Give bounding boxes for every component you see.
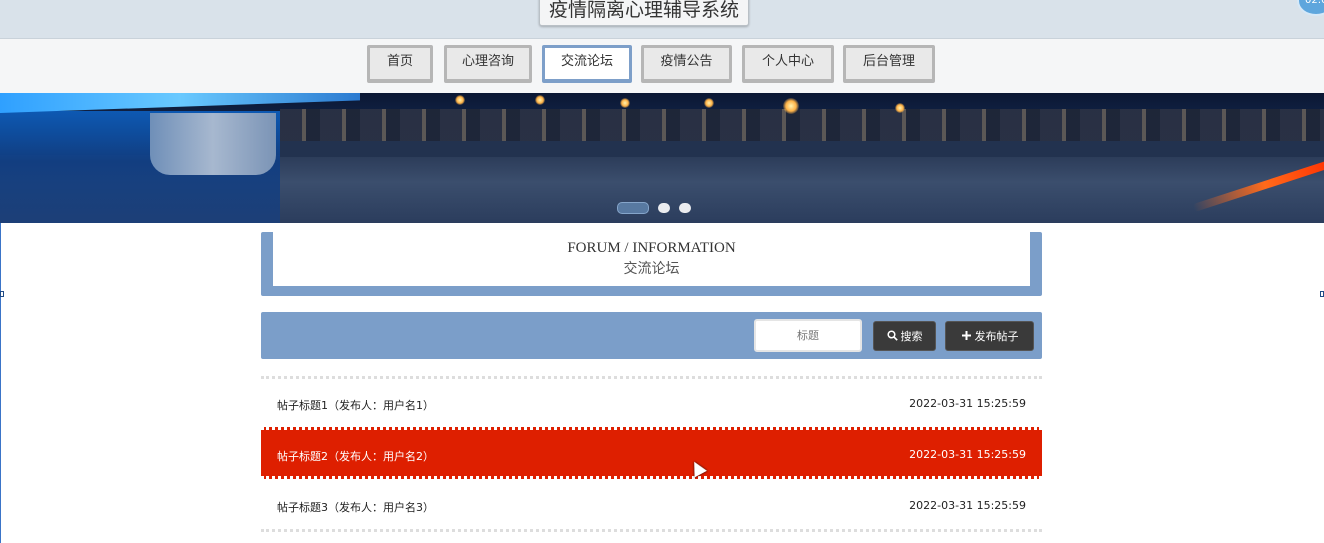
nav-item-consult[interactable]: 心理咨询 bbox=[444, 45, 532, 83]
nav-item-admin[interactable]: 后台管理 bbox=[843, 45, 935, 83]
banner-buildings bbox=[280, 109, 1324, 143]
carousel-indicators bbox=[617, 197, 695, 214]
banner-light bbox=[620, 98, 630, 108]
banner-quay bbox=[280, 141, 1324, 157]
post-time: 2022-03-31 15:25:59 bbox=[909, 448, 1026, 461]
carousel-dot-1[interactable] bbox=[617, 201, 649, 214]
post-time: 2022-03-31 15:25:59 bbox=[909, 499, 1026, 512]
main-nav: 首页 心理咨询 交流论坛 疫情公告 个人中心 后台管理 bbox=[0, 39, 1324, 93]
section-title-en: FORUM / INFORMATION bbox=[567, 240, 736, 256]
forum-post-row-highlighted[interactable]: 帖子标题2（发布人：用户名2） 2022-03-31 15:25:59 bbox=[261, 427, 1042, 479]
corner-avatar[interactable]: 02:0 bbox=[1297, 0, 1324, 16]
site-title: 疫情隔离心理辅导系统 bbox=[539, 0, 749, 26]
nav-item-personal-center[interactable]: 个人中心 bbox=[742, 45, 834, 83]
carousel-dot-2[interactable] bbox=[658, 202, 671, 213]
top-header: 疫情隔离心理辅导系统 02:0 bbox=[0, 0, 1324, 39]
plus-icon bbox=[961, 322, 972, 352]
search-button-label: 搜索 bbox=[900, 330, 923, 343]
nav-item-announcement[interactable]: 疫情公告 bbox=[641, 45, 732, 83]
list-divider bbox=[261, 529, 1042, 532]
edge-handle-left bbox=[0, 291, 4, 297]
nav-item-home[interactable]: 首页 bbox=[367, 45, 433, 83]
banner-bridge-pillar bbox=[150, 113, 276, 175]
post-title[interactable]: 帖子标题1（发布人：用户名1） bbox=[277, 397, 434, 413]
nav-item-forum[interactable]: 交流论坛 bbox=[542, 45, 632, 83]
banner-light bbox=[535, 95, 545, 105]
banner-light bbox=[704, 98, 714, 108]
section-header-inner: FORUM / INFORMATION 交流论坛 bbox=[273, 232, 1030, 286]
forum-post-row[interactable]: 帖子标题3（发布人：用户名3） 2022-03-31 15:25:59 bbox=[261, 481, 1042, 529]
post-title[interactable]: 帖子标题3（发布人：用户名3） bbox=[277, 499, 434, 515]
forum-post-row[interactable]: 帖子标题1（发布人：用户名1） 2022-03-31 15:25:59 bbox=[261, 376, 1042, 424]
section-title-zh: 交流论坛 bbox=[623, 261, 680, 277]
publish-button-label: 发布帖子 bbox=[974, 330, 1019, 343]
publish-post-button[interactable]: 发布帖子 bbox=[945, 321, 1034, 351]
title-search-input[interactable] bbox=[754, 319, 862, 352]
search-button[interactable]: 搜索 bbox=[873, 321, 936, 351]
magnifier-icon bbox=[886, 322, 898, 352]
carousel-dot-3[interactable] bbox=[679, 202, 692, 213]
section-header: FORUM / INFORMATION 交流论坛 bbox=[261, 232, 1042, 296]
banner-light bbox=[895, 103, 905, 113]
search-toolbar: 搜索 发布帖子 bbox=[261, 312, 1042, 359]
banner-light bbox=[783, 98, 799, 114]
edge-handle-right bbox=[1320, 291, 1324, 297]
post-title[interactable]: 帖子标题2（发布人：用户名2） bbox=[277, 448, 434, 464]
banner-light bbox=[455, 95, 465, 105]
post-time: 2022-03-31 15:25:59 bbox=[909, 397, 1026, 410]
